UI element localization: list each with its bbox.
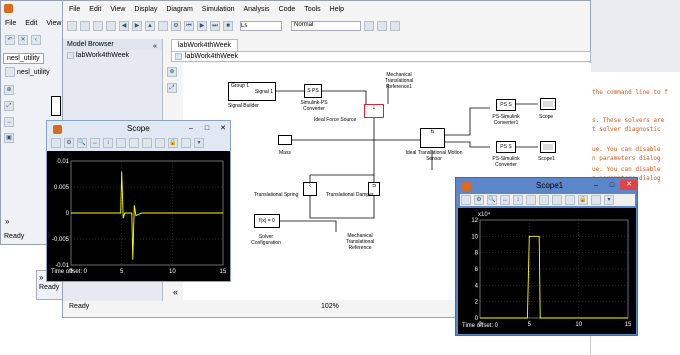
x-tick-label: 5 bbox=[120, 269, 124, 275]
save-axes-icon[interactable] bbox=[539, 195, 549, 205]
ps-simulink2-label: PS-Simulink Converter bbox=[492, 156, 520, 168]
ideal-force-block[interactable]: ⇣ bbox=[364, 104, 384, 118]
mass-label: Mass bbox=[279, 150, 291, 156]
y-tick-label: 10 bbox=[471, 234, 478, 240]
minimize-button[interactable]: – bbox=[588, 181, 604, 191]
y-tick-label: 2 bbox=[475, 300, 479, 306]
scope1-block[interactable] bbox=[540, 141, 556, 153]
scope-app-icon bbox=[53, 125, 62, 134]
params-icon[interactable] bbox=[181, 138, 191, 148]
scope1-plot: 0 5 10 15121086420x10⁴ bbox=[471, 211, 632, 328]
y-tick-label: 12 bbox=[471, 218, 478, 224]
y-tick-label: 6 bbox=[475, 267, 479, 273]
trace-line bbox=[71, 171, 223, 260]
autoscale-icon[interactable] bbox=[116, 138, 126, 148]
signal-builder-label: Signal Builder bbox=[228, 103, 259, 109]
scope1-window: Scope1 – □ ✕ ⚙ 🔍 ↔ ↕ 🔒 ▾ 0 5 10 15 12 10 8 6 4 2 0 x10⁴ … bbox=[455, 177, 638, 336]
simulink-ps-block[interactable]: S PS bbox=[304, 84, 322, 98]
y-tick-label: 8 bbox=[475, 251, 479, 257]
lock-icon[interactable]: 🔒 bbox=[578, 195, 588, 205]
scope-block[interactable] bbox=[540, 98, 556, 110]
solver-label: Solver Configuration bbox=[251, 234, 281, 246]
wire-top bbox=[310, 140, 375, 176]
signal-builder-block[interactable]: Group 1 Signal 1 bbox=[228, 82, 276, 101]
ideal-force-label: Ideal Force Source bbox=[314, 117, 357, 123]
settings-icon[interactable]: ⚙ bbox=[474, 195, 484, 205]
scope1-toolbar: ⚙ 🔍 ↔ ↕ 🔒 ▾ bbox=[460, 194, 635, 206]
x-tick-label: 10 bbox=[169, 269, 176, 275]
mech-ref-label: Mechanical Translational Reference bbox=[345, 233, 375, 251]
zoom-x-icon[interactable]: ↔ bbox=[90, 138, 100, 148]
maximize-button[interactable]: □ bbox=[199, 124, 215, 134]
y-tick-label: 0.005 bbox=[54, 185, 70, 191]
scope-plot: 0 5 10 150.010.0050-0.005-0.01 bbox=[52, 159, 227, 275]
scope-label: Scope bbox=[539, 114, 554, 120]
zoom-y-icon[interactable]: ↕ bbox=[513, 195, 523, 205]
spring-label: Translational Spring bbox=[254, 192, 299, 198]
ps-simulink1-label: PS-Simulink Converter1 bbox=[492, 114, 520, 126]
x-tick-label: 15 bbox=[220, 269, 227, 275]
trace-line bbox=[480, 235, 628, 319]
x-tick-label: 10 bbox=[575, 322, 582, 328]
print-icon[interactable] bbox=[51, 138, 61, 148]
dropdown-icon[interactable]: ▾ bbox=[194, 138, 204, 148]
zoom-icon[interactable]: 🔍 bbox=[487, 195, 497, 205]
mech-ref1-label: Mechanical Translational Reference1 bbox=[384, 72, 414, 90]
print-icon[interactable] bbox=[461, 195, 471, 205]
y-tick-label: 0.01 bbox=[57, 159, 69, 165]
scope1-label: Scope1 bbox=[538, 156, 555, 162]
zoom-y-icon[interactable]: ↕ bbox=[103, 138, 113, 148]
y-tick-label: 4 bbox=[475, 283, 479, 289]
dropdown-icon[interactable]: ▾ bbox=[604, 195, 614, 205]
y-tick-label: -0.005 bbox=[52, 237, 70, 243]
y-exponent: x10⁴ bbox=[478, 211, 491, 218]
sensor-block[interactable]: ⇅ bbox=[420, 128, 445, 148]
sensor-label: Ideal Translational Motion Sensor bbox=[405, 150, 463, 162]
wire-solver bbox=[280, 220, 337, 232]
lock-icon[interactable]: 🔒 bbox=[168, 138, 178, 148]
settings-icon[interactable]: ⚙ bbox=[64, 138, 74, 148]
close-button[interactable]: ✕ bbox=[620, 180, 638, 190]
spring-block[interactable]: ⌇ bbox=[303, 182, 317, 196]
scope-title: Scope bbox=[127, 124, 150, 133]
minimize-button[interactable]: – bbox=[183, 124, 199, 134]
floating-icon[interactable] bbox=[565, 195, 575, 205]
zoom-icon[interactable]: 🔍 bbox=[77, 138, 87, 148]
scope1-title: Scope1 bbox=[536, 181, 564, 190]
ps-simulink2-block[interactable]: PS S bbox=[496, 141, 516, 153]
restore-axes-icon[interactable] bbox=[142, 138, 152, 148]
mass-block[interactable] bbox=[278, 135, 292, 145]
scope-time-offset: Time offset: 0 bbox=[51, 269, 88, 275]
autoscale-icon[interactable] bbox=[526, 195, 536, 205]
scope-window: Scope – □ ✕ ⚙ 🔍 ↔ ↕ 🔒 ▾ 0 5 10 15 0.01 0.005 0 -0.00… bbox=[46, 120, 231, 282]
signal-label: Signal 1 bbox=[254, 89, 273, 95]
restore-axes-icon[interactable] bbox=[552, 195, 562, 205]
solver-block[interactable]: f(x) = 0 bbox=[254, 214, 280, 228]
zoom-x-icon[interactable]: ↔ bbox=[500, 195, 510, 205]
scope1-app-icon bbox=[462, 182, 471, 191]
x-tick-label: 5 bbox=[528, 322, 532, 328]
plot-frame bbox=[479, 219, 629, 319]
scope1-time-offset: Time offset: 0 bbox=[462, 323, 499, 329]
maximize-button[interactable]: □ bbox=[604, 181, 620, 191]
wire-sensor-2 bbox=[445, 141, 490, 148]
floating-icon[interactable] bbox=[155, 138, 165, 148]
close-button[interactable]: ✕ bbox=[215, 124, 231, 134]
x-tick-label: 15 bbox=[625, 322, 632, 328]
scope-toolbar: ⚙ 🔍 ↔ ↕ 🔒 ▾ bbox=[51, 138, 204, 148]
save-axes-icon[interactable] bbox=[129, 138, 139, 148]
ps-simulink1-block[interactable]: PS S bbox=[496, 99, 516, 111]
y-tick-label: 0 bbox=[66, 211, 70, 217]
simulink-ps-label: Simulink-PS Converter bbox=[300, 100, 328, 112]
damper-label: Translational Damper bbox=[326, 192, 374, 198]
params-icon[interactable] bbox=[591, 195, 601, 205]
